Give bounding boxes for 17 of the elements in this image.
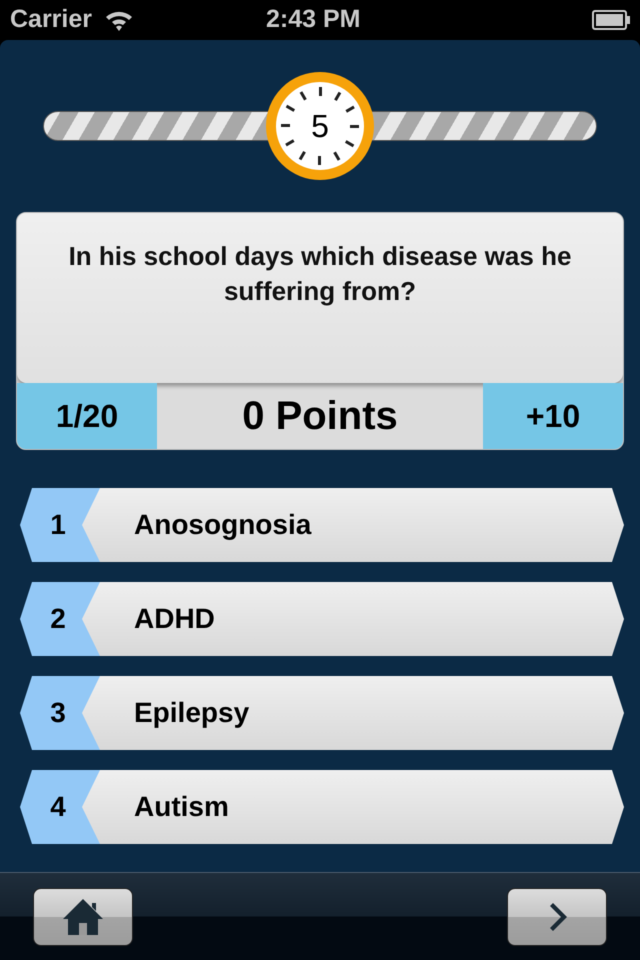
home-icon: [61, 896, 105, 936]
home-button[interactable]: [33, 888, 133, 946]
clock-time: 2:43 PM: [266, 4, 360, 36]
answer-option[interactable]: Anosognosia: [82, 488, 624, 562]
question-counter: 1/20: [17, 383, 157, 449]
carrier-label: Carrier: [10, 4, 92, 36]
battery-icon: [592, 10, 630, 30]
answer-option[interactable]: Epilepsy: [82, 676, 624, 750]
answer-option[interactable]: ADHD: [82, 582, 624, 656]
next-button[interactable]: [507, 888, 607, 946]
timer-seconds: 5: [311, 107, 329, 146]
question-text: In his school days which disease was he suffering from?: [68, 240, 572, 308]
bonus-points: +10: [483, 383, 623, 449]
wifi-icon: [104, 9, 134, 31]
answer-option[interactable]: Autism: [82, 770, 624, 844]
points-score: 0 Points: [241, 393, 399, 440]
clock-ticks-icon: [278, 84, 362, 168]
